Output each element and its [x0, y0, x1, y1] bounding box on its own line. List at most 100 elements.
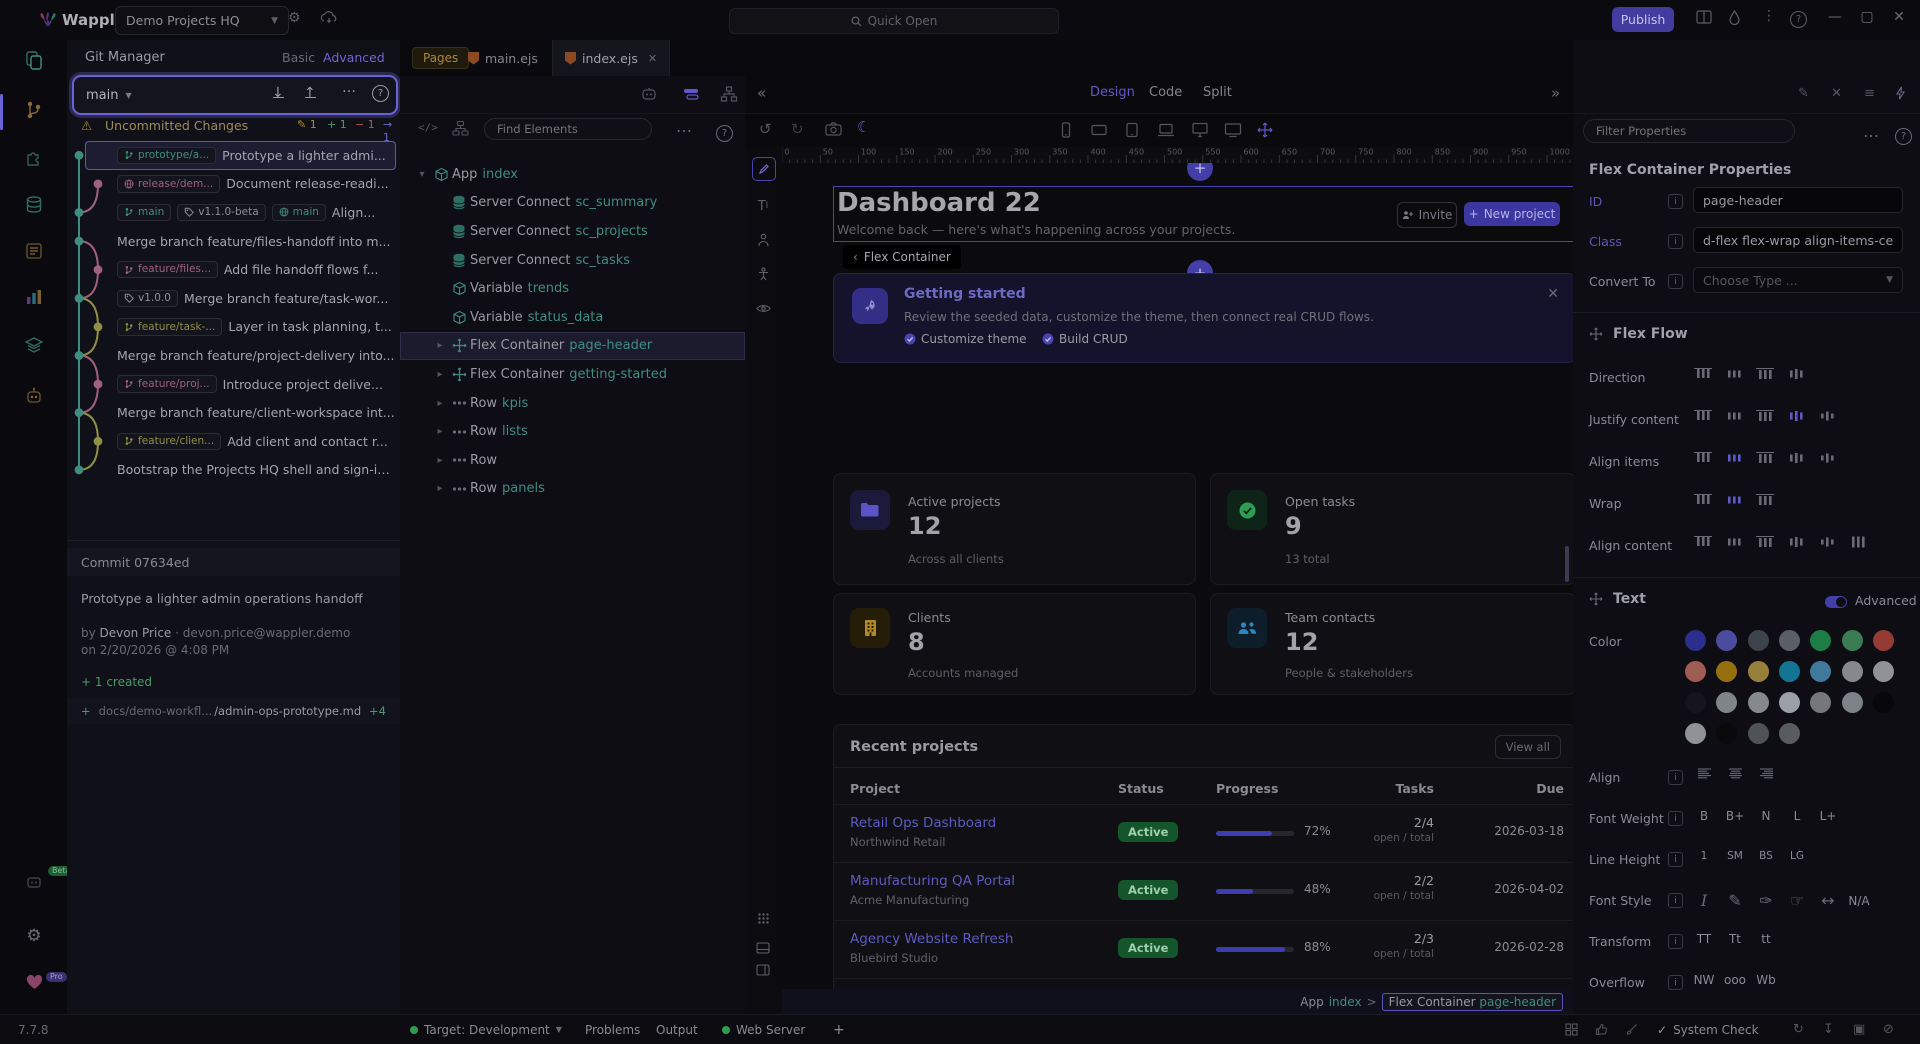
theme-drop-icon[interactable]	[1728, 10, 1741, 25]
justify-content-option-1[interactable]	[1691, 410, 1715, 422]
tab-main-ejs[interactable]: main.ejs	[456, 40, 550, 76]
ref-tag[interactable]: release/dem...	[117, 175, 221, 193]
tree-view-icon[interactable]	[720, 85, 738, 103]
crumb-page[interactable]: index	[1329, 995, 1362, 1009]
text-align-center-icon[interactable]	[1722, 768, 1748, 779]
commit-row[interactable]: release/dem... Document release-readi...	[67, 170, 396, 199]
col-tasks[interactable]: Tasks	[1354, 781, 1434, 796]
color-swatch[interactable]	[1685, 661, 1706, 682]
color-swatch[interactable]	[1716, 661, 1738, 682]
tree-item-kpis[interactable]: ▸ Row kpis	[400, 389, 745, 418]
overflow-NW[interactable]: NW	[1691, 973, 1717, 987]
uncommitted-changes-row[interactable]: ⚠ Uncommitted Changes ✎ 1 + 1 − 1 → 1	[67, 118, 400, 144]
invite-button[interactable]: Invite	[1397, 202, 1457, 228]
collapse-right-icon[interactable]: »	[1551, 84, 1560, 102]
web-server-status[interactable]: Web Server	[722, 1015, 805, 1044]
table-row[interactable]: Retail Ops Dashboard Northwind Retail Ac…	[834, 804, 1573, 863]
font-style-spacing-icon[interactable]: ↔	[1815, 891, 1841, 910]
font-style-pen-icon[interactable]: ✎	[1722, 891, 1748, 910]
col-project[interactable]: Project	[850, 781, 900, 796]
table-row[interactable]: Agency Website Refresh Bluebird Studio A…	[834, 920, 1573, 979]
quick-open-search[interactable]: Quick Open	[729, 8, 1059, 34]
commit-row[interactable]: feature/files... Add file handoff flows f…	[67, 255, 396, 284]
commit-row[interactable]: v1.0.0 Merge branch feature/task-wor...	[67, 284, 396, 313]
ref-tag[interactable]: feature/task-...	[117, 318, 223, 336]
col-status[interactable]: Status	[1118, 781, 1164, 796]
caret-icon[interactable]: ▸	[432, 455, 448, 466]
justify-content-option-3[interactable]	[1753, 410, 1777, 422]
line-height-SM[interactable]: SM	[1722, 850, 1748, 862]
panel-right-icon[interactable]	[752, 959, 774, 981]
tree-item-status-data[interactable]: Variable status_data	[400, 303, 745, 332]
tree-item-index[interactable]: ▾ App index	[400, 160, 745, 189]
direction-option-2[interactable]	[1722, 368, 1746, 380]
align-content-option-1[interactable]	[1691, 536, 1715, 548]
properties-more-icon[interactable]: …	[1863, 122, 1879, 141]
font-style-hand-icon[interactable]: ☞	[1784, 891, 1810, 910]
download-icon[interactable]: ↧	[1823, 1015, 1834, 1044]
ref-tag[interactable]: feature/files...	[117, 260, 218, 279]
color-swatch[interactable]	[1747, 692, 1769, 713]
ref-tag[interactable]: v1.1.0-beta	[177, 203, 266, 222]
cloud-sync-icon[interactable]	[320, 10, 338, 26]
font-weight-B+[interactable]: B+	[1722, 809, 1748, 823]
beta-feature-icon[interactable]: Beta	[22, 866, 75, 894]
add-element-handle-top[interactable]: +	[1187, 163, 1213, 181]
transform-TT[interactable]: TT	[1691, 932, 1717, 946]
info-icon[interactable]: i	[1668, 234, 1683, 249]
info-icon[interactable]: i	[1668, 934, 1683, 949]
collapse-left-icon[interactable]: «	[757, 84, 766, 102]
align-items-option-4[interactable]	[1784, 452, 1808, 464]
power-icon[interactable]: ⊘	[1883, 1015, 1894, 1044]
justify-content-option-2[interactable]	[1722, 410, 1746, 422]
tree-item-panels[interactable]: ▸ Row panels	[400, 475, 745, 504]
dynamic-events-lightning-icon[interactable]	[1895, 86, 1906, 100]
table-row[interactable]: Manufacturing QA Portal Acme Manufacturi…	[834, 862, 1573, 921]
font-style-na[interactable]: N/A	[1846, 894, 1872, 908]
tree-item-getting-started[interactable]: ▸ Flex Container getting-started	[400, 360, 745, 389]
text-tool-icon[interactable]: TI	[752, 195, 774, 217]
ref-tag[interactable]: main	[117, 203, 172, 222]
commit-row[interactable]: prototype/a... Prototype a lighter admi..…	[85, 141, 396, 170]
preview-eye-icon[interactable]	[752, 297, 774, 319]
caret-icon[interactable]: ▸	[432, 426, 448, 437]
transform-tt[interactable]: tt	[1753, 932, 1779, 946]
ref-tag[interactable]: main	[271, 203, 326, 222]
convert-to-select[interactable]: Choose Type ... ▼	[1693, 267, 1903, 293]
device-desktop-icon[interactable]	[1190, 121, 1210, 139]
structure-map-icon[interactable]	[452, 120, 469, 137]
font-weight-L[interactable]: L	[1784, 809, 1810, 823]
font-weight-L+[interactable]: L+	[1815, 809, 1841, 823]
publish-button[interactable]: Publish	[1612, 7, 1674, 32]
person-tool-icon[interactable]	[752, 229, 774, 251]
info-icon[interactable]: i	[1668, 194, 1683, 209]
extensions-puzzle-icon[interactable]	[22, 147, 46, 171]
line-height-1[interactable]: 1	[1691, 850, 1717, 862]
server-actions-icon[interactable]	[22, 239, 46, 263]
color-swatch[interactable]	[1778, 661, 1800, 682]
tree-item-lists[interactable]: ▸ Row lists	[400, 417, 745, 446]
overflow-ooo[interactable]: ooo	[1722, 973, 1748, 987]
color-swatch[interactable]	[1747, 723, 1769, 744]
undo-icon[interactable]: ↺	[759, 120, 772, 138]
tree-item-page-header[interactable]: ▸ Flex Container page-header	[400, 331, 745, 361]
sync-icon[interactable]: ↻	[1793, 1015, 1804, 1044]
tree-item-trends[interactable]: Variable trends	[400, 274, 745, 303]
device-phone-icon[interactable]	[1057, 121, 1075, 139]
font-style-quill-icon[interactable]: ✑	[1753, 891, 1779, 910]
properties-help-icon[interactable]: ?	[1895, 124, 1912, 145]
help-icon[interactable]: ?	[1790, 10, 1807, 28]
direction-option-1[interactable]	[1691, 368, 1715, 380]
color-swatch[interactable]	[1872, 661, 1894, 682]
edit-code-icon[interactable]: ✎	[1798, 86, 1809, 101]
caret-icon[interactable]: ▸	[432, 398, 448, 409]
properties-list-icon[interactable]: ≡	[1864, 86, 1875, 101]
color-swatch[interactable]	[1716, 723, 1738, 744]
color-swatch[interactable]	[1841, 661, 1863, 682]
tree-item-sc-summary[interactable]: Server Connect sc_summary	[400, 189, 745, 218]
info-icon[interactable]: i	[1668, 852, 1683, 867]
align-items-option-1[interactable]	[1691, 452, 1715, 464]
layers-icon[interactable]	[22, 334, 46, 358]
color-swatch[interactable]	[1778, 692, 1800, 713]
commit-row[interactable]: feature/clien... Add client and contact r…	[67, 427, 396, 456]
